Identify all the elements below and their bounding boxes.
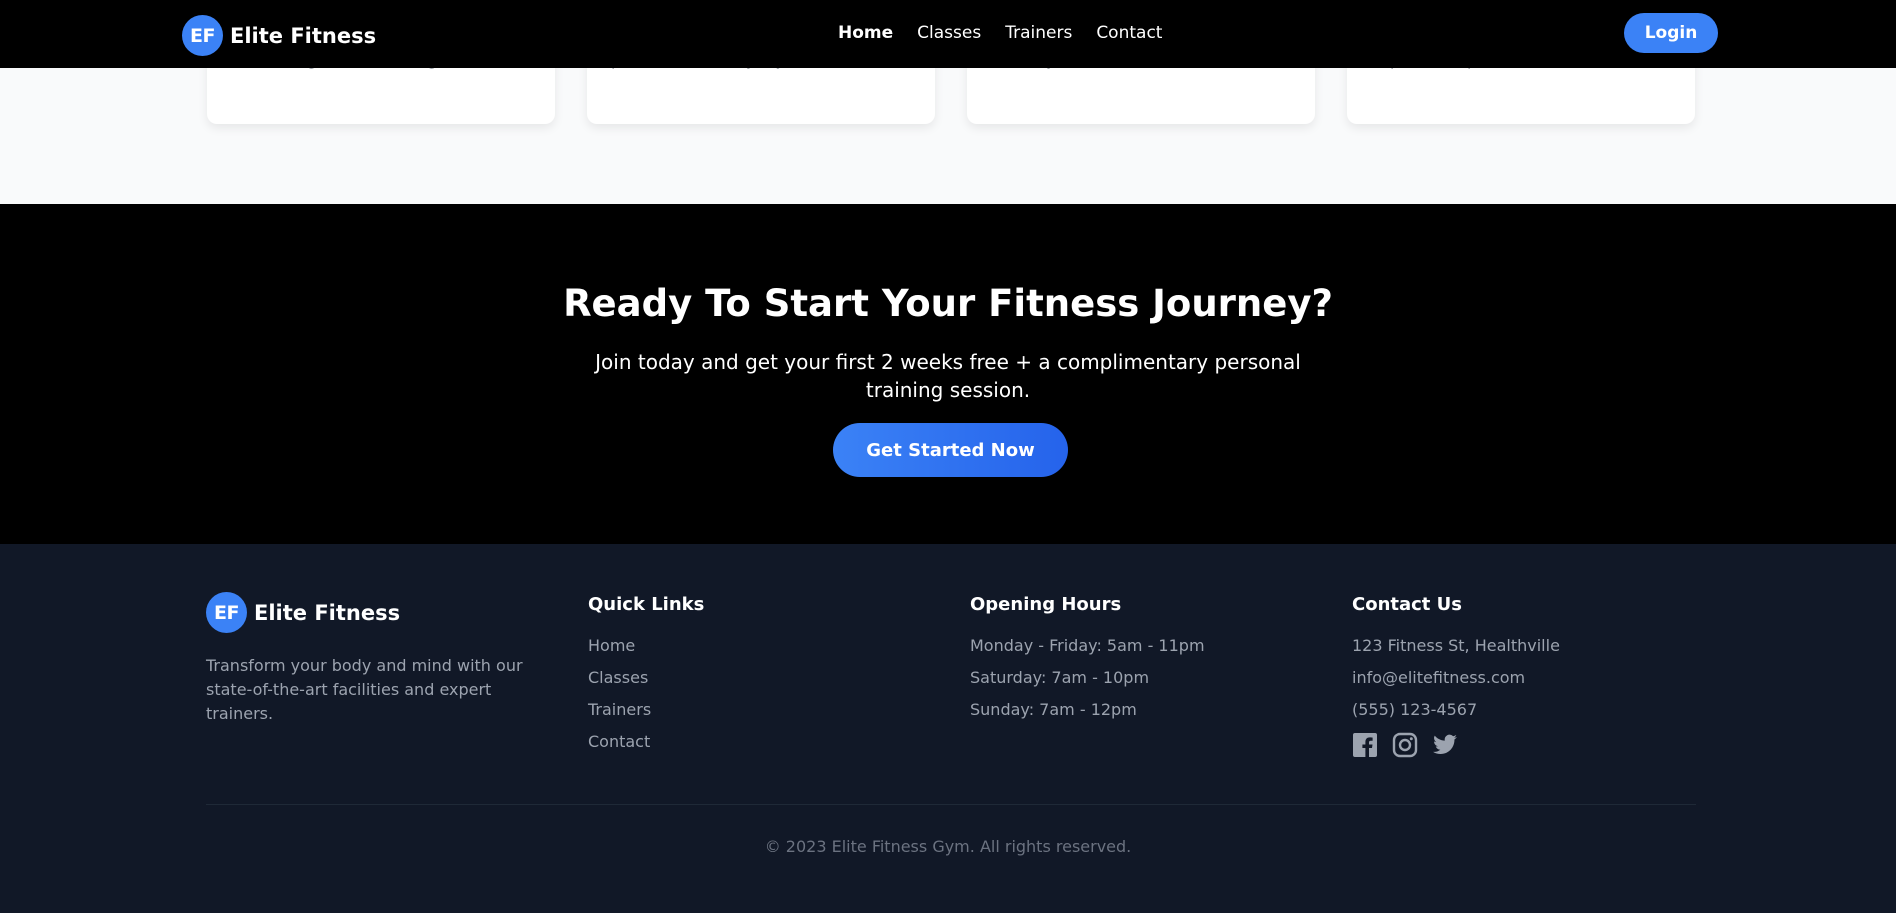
social-links: [1352, 732, 1472, 758]
logo-badge: EF: [182, 15, 223, 56]
footer-link-home[interactable]: Home: [588, 635, 651, 667]
logo[interactable]: EF Elite Fitness: [182, 15, 376, 56]
quick-links-list: Home Classes Trainers Contact: [588, 635, 651, 763]
hours-sunday: Sunday: 7am - 12pm: [970, 700, 1137, 719]
get-started-button[interactable]: Get Started Now: [833, 423, 1068, 477]
footer-about: Transform your body and mind with our st…: [206, 656, 523, 723]
hours-saturday: Saturday: 7am - 10pm: [970, 668, 1150, 687]
login-button[interactable]: Login: [1624, 13, 1718, 53]
nav-trainers[interactable]: Trainers: [1005, 21, 1072, 45]
cta-title: Ready To Start Your Fitness Journey?: [563, 282, 1333, 325]
contact-title: Contact Us: [1352, 594, 1463, 615]
cta-section: Ready To Start Your Fitness Journey? Joi…: [0, 204, 1896, 544]
contact-phone[interactable]: (555) 123-4567: [1352, 699, 1560, 731]
footer-brand-name: Elite Fitness: [254, 600, 401, 625]
brand-name: Elite Fitness: [230, 23, 377, 48]
opening-hours-title: Opening Hours: [970, 594, 1122, 615]
instagram-icon[interactable]: [1392, 732, 1418, 758]
footer-divider: [206, 804, 1696, 805]
contact-list: 123 Fitness St, Healthville info@elitefi…: [1352, 635, 1560, 731]
site-header: EF Elite Fitness Home Classes Trainers C…: [0, 0, 1896, 68]
footer-logo[interactable]: EF Elite Fitness: [206, 592, 400, 633]
footer-logo-badge: EF: [206, 592, 247, 633]
quick-links-title: Quick Links: [588, 594, 705, 615]
footer-link-classes[interactable]: Classes: [588, 667, 651, 699]
footer-link-trainers[interactable]: Trainers: [588, 699, 651, 731]
facebook-icon[interactable]: [1352, 732, 1378, 758]
nav-home[interactable]: Home: [838, 21, 893, 45]
hours-weekday: Monday - Friday: 5am - 11pm: [970, 636, 1205, 655]
twitter-icon[interactable]: [1432, 732, 1458, 758]
cta-subtitle: Join today and get your first 2 weeks fr…: [595, 350, 1301, 402]
footer-link-contact[interactable]: Contact: [588, 731, 651, 763]
nav-contact[interactable]: Contact: [1096, 21, 1162, 45]
site-footer: EF Elite Fitness Transform your body and…: [0, 544, 1896, 913]
contact-address: 123 Fitness St, Healthville: [1352, 636, 1560, 655]
main-nav: Home Classes Trainers Contact: [838, 21, 1186, 45]
opening-hours-list: Monday - Friday: 5am - 11pm Saturday: 7a…: [970, 635, 1205, 731]
contact-email[interactable]: info@elitefitness.com: [1352, 667, 1560, 699]
nav-classes[interactable]: Classes: [917, 21, 981, 45]
copyright: © 2023 Elite Fitness Gym. All rights res…: [764, 837, 1132, 856]
